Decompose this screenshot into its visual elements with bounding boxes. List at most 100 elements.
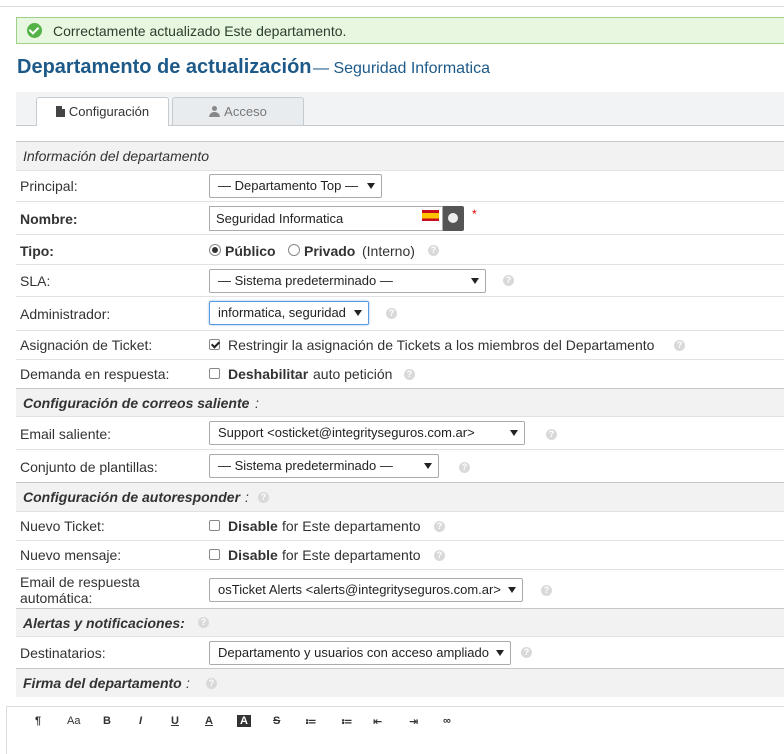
label-auto-email-line1: Email de respuesta xyxy=(20,574,140,590)
label-auto-email-line2: automática: xyxy=(20,590,93,606)
private-radio[interactable] xyxy=(288,244,300,256)
chevron-down-icon xyxy=(510,430,518,436)
underline-icon[interactable]: U xyxy=(171,715,179,727)
chevron-down-icon xyxy=(367,183,375,189)
restrict-checkbox[interactable] xyxy=(209,339,220,350)
ordered-list-icon[interactable]: ≔ xyxy=(341,715,353,728)
auto-email-select[interactable]: osTicket Alerts <alerts@integrityseguros… xyxy=(209,578,523,602)
row-claim: Demanda en respuesta: Deshabilitar auto … xyxy=(16,359,784,388)
help-icon[interactable]: ? xyxy=(434,521,445,532)
row-assign: Asignación de Ticket: Restringir la asig… xyxy=(16,330,784,359)
help-icon[interactable]: ? xyxy=(258,492,269,503)
label-new-message: Nuevo mensaje: xyxy=(20,547,122,563)
new-message-text: for Este departamento xyxy=(282,547,421,563)
required-marker: * xyxy=(472,207,477,221)
spain-flag-icon[interactable] xyxy=(422,210,439,221)
recipients-value: Departamento y usuarios con acceso ampli… xyxy=(218,645,489,660)
row-email-out: Email saliente: Support <osticket@integr… xyxy=(16,416,784,449)
label-principal: Principal: xyxy=(20,178,78,194)
outdent-icon[interactable]: ⇤ xyxy=(373,715,382,728)
new-message-checkbox[interactable] xyxy=(209,549,220,560)
tab-label: Acceso xyxy=(224,104,267,119)
label-templates: Conjunto de plantillas: xyxy=(20,459,158,475)
help-icon[interactable]: ? xyxy=(434,550,445,561)
templates-value: — Sistema predeterminado — xyxy=(218,458,393,473)
section-alerts: Alertas y notificaciones: ? xyxy=(16,608,784,636)
help-icon[interactable]: ? xyxy=(521,647,532,658)
indent-icon[interactable]: ⇥ xyxy=(409,715,418,728)
private-label: Privado xyxy=(304,243,356,259)
help-icon[interactable]: ? xyxy=(404,369,415,380)
row-admin: Administrador: informatica, seguridad ? xyxy=(16,296,784,330)
globe-icon[interactable] xyxy=(443,206,464,231)
sla-value: — Sistema predeterminado — xyxy=(218,273,393,288)
help-icon[interactable]: ? xyxy=(386,308,397,319)
help-icon[interactable]: ? xyxy=(674,340,685,351)
tab-acceso[interactable]: Acceso xyxy=(172,97,304,125)
paragraph-icon[interactable]: ¶ xyxy=(35,715,41,727)
label-recipients: Destinatarios: xyxy=(20,645,106,661)
help-icon[interactable]: ? xyxy=(546,429,557,440)
chevron-down-icon xyxy=(424,463,432,469)
tab-label: Configuración xyxy=(68,104,150,119)
row-new-message: Nuevo mensaje: Disable for Este departam… xyxy=(16,540,784,569)
check-circle-icon xyxy=(27,23,42,38)
label-claim: Demanda en respuesta: xyxy=(20,366,170,382)
tab-configuracion[interactable]: Configuración xyxy=(36,97,169,126)
help-icon[interactable]: ? xyxy=(541,585,552,596)
admin-value: informatica, seguridad xyxy=(218,305,346,320)
page-subtitle: — Seguridad Informatica xyxy=(313,60,490,77)
row-sla: SLA: — Sistema predeterminado — ? xyxy=(16,264,784,296)
templates-select[interactable]: — Sistema predeterminado — xyxy=(209,454,439,478)
recipients-select[interactable]: Departamento y usuarios con acceso ampli… xyxy=(209,641,511,665)
help-icon[interactable]: ? xyxy=(459,462,470,473)
section-signature: Firma del departamento: ? xyxy=(16,668,784,697)
bold-icon[interactable]: B xyxy=(103,715,111,727)
new-ticket-bold: Disable xyxy=(228,518,278,534)
help-icon[interactable]: ? xyxy=(198,617,209,628)
section-title: Información del departamento xyxy=(23,148,209,164)
top-border xyxy=(0,0,784,7)
label-admin: Administrador: xyxy=(20,306,111,322)
public-label: Público xyxy=(225,243,276,259)
link-icon[interactable]: ∞ xyxy=(443,715,451,727)
font-size-icon[interactable]: Aa xyxy=(67,715,80,727)
label-nombre: Nombre: xyxy=(20,211,78,227)
text-color-icon[interactable]: A xyxy=(205,715,213,727)
row-templates: Conjunto de plantillas: — Sistema predet… xyxy=(16,449,784,482)
help-icon[interactable]: ? xyxy=(206,678,217,689)
claim-checkbox[interactable] xyxy=(209,368,220,379)
row-principal: Principal: — Departamento Top — xyxy=(16,170,784,201)
help-icon[interactable]: ? xyxy=(503,275,514,286)
admin-select[interactable]: informatica, seguridad xyxy=(209,301,369,325)
label-auto-email: Email de respuesta automática: xyxy=(20,574,140,606)
label-new-ticket: Nuevo Ticket: xyxy=(20,518,105,534)
auto-email-value: osTicket Alerts <alerts@integrityseguros… xyxy=(218,582,501,597)
new-ticket-checkbox[interactable] xyxy=(209,520,220,531)
section-title: Firma del departamento xyxy=(23,675,182,691)
email-out-value: Support <osticket@integrityseguros.com.a… xyxy=(218,425,475,440)
italic-icon[interactable]: I xyxy=(139,715,142,727)
principal-select[interactable]: — Departamento Top — xyxy=(209,174,382,198)
background-color-icon[interactable]: A xyxy=(237,715,251,727)
nombre-input[interactable]: Seguridad Informatica xyxy=(209,206,443,231)
unordered-list-icon[interactable]: ≔ xyxy=(305,715,317,728)
public-radio[interactable] xyxy=(209,244,221,256)
restrict-text: Restringir la asignación de Tickets a lo… xyxy=(228,337,655,353)
email-out-select[interactable]: Support <osticket@integrityseguros.com.a… xyxy=(209,421,525,445)
tab-bar: Configuración Acceso xyxy=(16,92,784,126)
department-form: Información del departamento Principal: … xyxy=(16,141,784,697)
section-info: Información del departamento xyxy=(16,141,784,170)
help-icon[interactable]: ? xyxy=(428,245,439,256)
row-auto-email: Email de respuesta automática: osTicket … xyxy=(16,569,784,608)
strikethrough-icon[interactable]: S xyxy=(273,715,280,727)
sla-select[interactable]: — Sistema predeterminado — xyxy=(209,269,486,293)
label-email-out: Email saliente: xyxy=(20,426,112,442)
label-tipo: Tipo: xyxy=(20,243,54,259)
section-email: Configuración de correos saliente: xyxy=(16,388,784,416)
new-ticket-text: for Este departamento xyxy=(282,518,421,534)
section-title: Configuración de correos saliente xyxy=(23,395,250,411)
new-message-bold: Disable xyxy=(228,547,278,563)
alert-message: Correctamente actualizado Este departame… xyxy=(53,23,347,39)
chevron-down-icon xyxy=(471,278,479,284)
